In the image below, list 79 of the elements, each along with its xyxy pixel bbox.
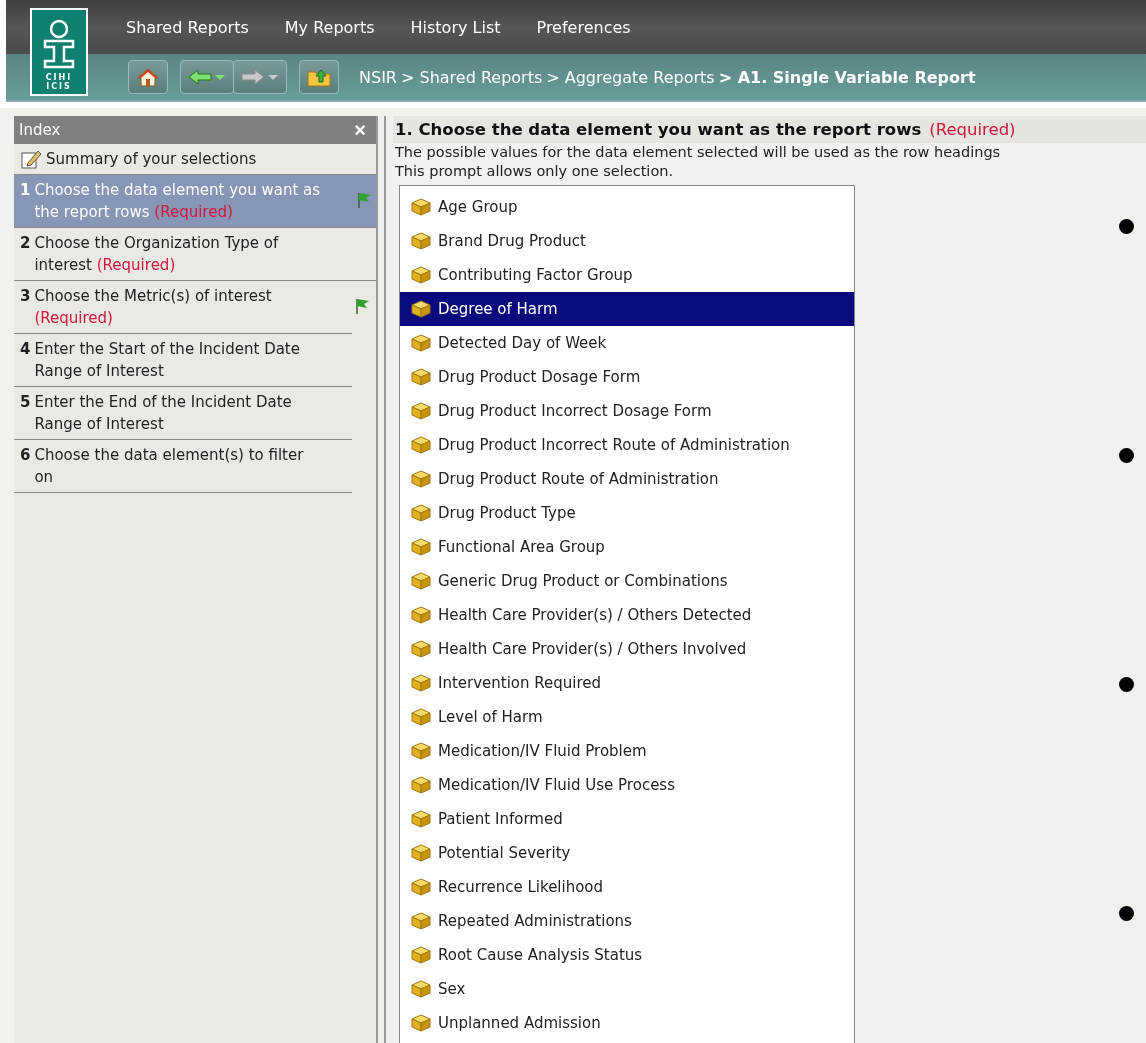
list-option[interactable]: Generic Drug Product or Combinations: [400, 564, 854, 598]
bullet-dot: [1118, 448, 1134, 463]
list-option[interactable]: Health Care Provider(s) / Others Involved: [400, 632, 854, 666]
cube-icon: [410, 843, 432, 863]
cube-icon: [410, 911, 432, 931]
cube-icon: [410, 537, 432, 557]
prompt-description: This prompt allows only one selection.: [394, 162, 675, 181]
close-button[interactable]: ×: [354, 118, 366, 142]
bullet-dot: [1118, 219, 1134, 234]
cube-icon: [410, 401, 432, 421]
prompt-title: 1. Choose the data element you want as the report rows: [395, 120, 922, 139]
list-option[interactable]: Level of Harm: [400, 700, 854, 734]
nav-link[interactable]: Preferences: [536, 17, 631, 37]
list-option[interactable]: Repeated Administrations: [400, 904, 854, 938]
nav-link[interactable]: Shared Reports: [126, 17, 249, 37]
list-option[interactable]: Functional Area Group: [400, 530, 854, 564]
list-option[interactable]: Root Cause Analysis Status: [400, 938, 854, 972]
cube-icon: [410, 775, 432, 795]
edit-icon: [20, 149, 42, 169]
list-option[interactable]: Brand Drug Product: [400, 224, 854, 258]
home-icon: [137, 67, 159, 87]
list-option[interactable]: Contributing Factor Group: [400, 258, 854, 292]
cube-icon: [410, 979, 432, 999]
nav-link[interactable]: My Reports: [284, 17, 375, 37]
cube-icon: [410, 503, 432, 523]
list-option[interactable]: Recurrence Likelihood: [400, 870, 854, 904]
cube-icon: [410, 741, 432, 761]
list-option[interactable]: Medication/IV Fluid Problem: [400, 734, 854, 768]
list-option[interactable]: Sex: [400, 972, 854, 1006]
bullet-dot: [1118, 677, 1134, 692]
cube-icon: [410, 571, 432, 591]
list-option[interactable]: Drug Product Incorrect Dosage Form: [400, 394, 854, 428]
cube-icon: [410, 1013, 432, 1033]
nav-link[interactable]: History List: [410, 17, 501, 37]
cube-icon: [410, 605, 432, 625]
cube-icon: [410, 265, 432, 285]
cube-icon: [410, 673, 432, 693]
list-option[interactable]: Medication/IV Fluid Use Process: [400, 768, 854, 802]
folder-up-button[interactable]: [299, 60, 339, 94]
cube-icon: [410, 333, 432, 353]
cube-icon: [410, 945, 432, 965]
cube-icon: [410, 809, 432, 829]
prompt-description: The possible values for the data element selected will be used as the row headings: [394, 143, 1002, 162]
list-option[interactable]: Health Care Provider(s) / Others Detected: [400, 598, 854, 632]
breadcrumb-item: > A1. Single Variable Report: [718, 67, 976, 87]
index-item[interactable]: 3 Choose the Metric(s) of interest (Required): [14, 281, 352, 334]
cube-icon: [410, 197, 432, 217]
required-label: (Required): [929, 120, 1016, 139]
cube-icon: [410, 435, 432, 455]
list-option[interactable]: Drug Product Incorrect Route of Administration: [400, 428, 854, 462]
index-item[interactable]: 5 Enter the End of the Incident Date Range of Interest: [14, 387, 352, 440]
list-option[interactable]: Drug Product Route of Administration: [400, 462, 854, 496]
list-option[interactable]: Age Group: [400, 190, 854, 224]
index-item[interactable]: 4 Enter the Start of the Incident Date Range of Interest: [14, 334, 352, 387]
list-option[interactable]: Patient Informed: [400, 802, 854, 836]
list-option[interactable]: Unplanned Admission: [400, 1006, 854, 1040]
list-option[interactable]: Drug Product Dosage Form: [400, 360, 854, 394]
cube-icon: [410, 299, 432, 319]
index-item[interactable]: 2 Choose the Organization Type of interest (Required): [14, 228, 376, 281]
list-option[interactable]: Intervention Required: [400, 666, 854, 700]
cube-icon: [410, 469, 432, 489]
cube-icon: [410, 367, 432, 387]
list-option[interactable]: Degree of Harm: [400, 292, 854, 326]
cube-icon: [410, 877, 432, 897]
cube-icon: [410, 231, 432, 251]
logo: CIHI ICIS: [30, 8, 88, 96]
cube-icon: [410, 707, 432, 727]
index-item[interactable]: 6 Choose the data element(s) to filter on: [14, 440, 352, 493]
forward-arrow-icon: [240, 68, 280, 86]
cube-icon: [410, 639, 432, 659]
back-arrow-icon: [187, 68, 227, 86]
index-title: Index: [19, 121, 61, 139]
folder-up-icon: [306, 67, 332, 87]
list-option[interactable]: Potential Severity: [400, 836, 854, 870]
list-option[interactable]: Drug Product Type: [400, 496, 854, 530]
bullet-dot: [1118, 906, 1134, 921]
list-option[interactable]: Detected Day of Week: [400, 326, 854, 360]
home-button[interactable]: [128, 60, 168, 94]
back-button[interactable]: [180, 60, 234, 94]
